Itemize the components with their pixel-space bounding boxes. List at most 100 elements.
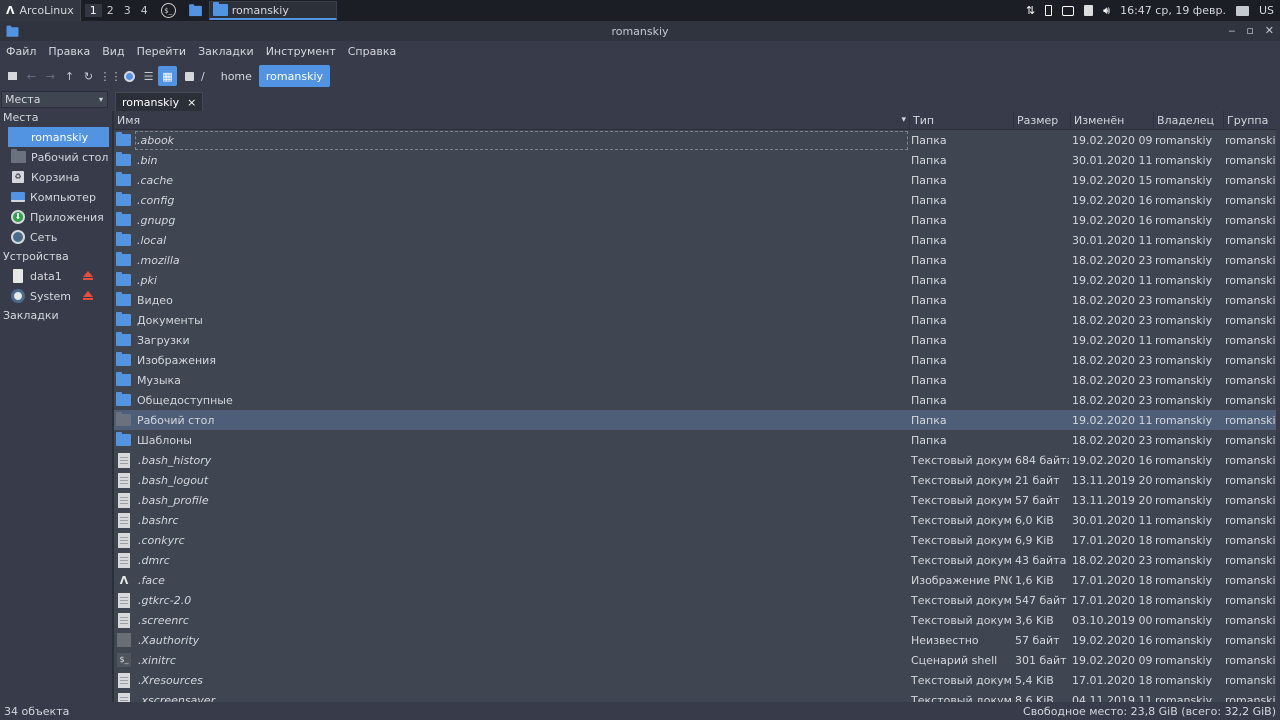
sidebar-item-romanskiy[interactable]: romanskiy (8, 127, 109, 147)
table-row[interactable]: ОбщедоступныеПапка18.02.2020 23:50romans… (114, 390, 1276, 410)
terminal-launcher-icon[interactable]: $_ (160, 3, 176, 18)
sidebar-item-desktop[interactable]: Рабочий стол (0, 147, 109, 167)
workspace-4[interactable]: 4 (136, 4, 153, 17)
menu-file[interactable]: Файл (0, 45, 42, 58)
workspace-2[interactable]: 2 (102, 4, 119, 17)
tab-romanskiy[interactable]: romanskiy × (115, 92, 204, 111)
close-tab-icon[interactable]: × (187, 96, 196, 109)
window-titlebar[interactable]: romanskiy ‒ ▫ ✕ (0, 21, 1280, 41)
sidebar-item-network[interactable]: Сеть (0, 227, 109, 247)
table-row[interactable]: .Xresources Текстовый документ5,4 KiB 17.0… (114, 670, 1276, 690)
menu-bookmarks[interactable]: Закладки (192, 45, 260, 58)
file-name: .bash_profile (138, 493, 209, 507)
table-row[interactable]: .dmrc Текстовый документ43 байта 18.02.202… (114, 550, 1276, 570)
reload-icon[interactable]: ↻ (79, 66, 98, 86)
table-row[interactable]: .gnupgПапка19.02.2020 16:15romanskiyroma… (114, 210, 1276, 230)
table-row[interactable]: .localПапка30.01.2020 11:50romanskiyroma… (114, 230, 1276, 250)
chevron-down-icon: ▾ (98, 95, 103, 104)
table-row[interactable]: .bash_logout Текстовый документ21 байт 13.… (114, 470, 1276, 490)
table-row[interactable]: .mozillaПапка18.02.2020 23:53romanskiyro… (114, 250, 1276, 270)
table-row[interactable]: .bashrc Текстовый документ6,0 KiB 30.01.20… (114, 510, 1276, 530)
cell-type: Папка (911, 333, 947, 347)
column-size[interactable]: Размер (1014, 110, 1071, 130)
breadcrumb-root[interactable]: / (199, 65, 210, 87)
back-arrow-icon[interactable]: ← (22, 66, 41, 86)
usb-icon[interactable] (1045, 5, 1053, 16)
keyboard-icon[interactable] (1235, 5, 1249, 16)
table-row[interactable]: .bash_profile Текстовый документ57 байт 13… (114, 490, 1276, 510)
cell-group: romanskiy (1225, 133, 1276, 147)
network-updown-icon[interactable]: ⇅ (1026, 4, 1035, 17)
maximize-button[interactable]: ▫ (1246, 24, 1253, 37)
close-button[interactable]: ✕ (1265, 24, 1274, 37)
screenshot-icon[interactable] (1062, 5, 1075, 16)
table-row[interactable]: ДокументыПапка18.02.2020 23:50romanskiyr… (114, 310, 1276, 330)
icon-view-icon[interactable]: ⋮⋮ (100, 66, 122, 86)
text-document-icon (118, 452, 130, 468)
column-modified[interactable]: Изменён (1071, 110, 1154, 130)
table-row[interactable]: .cacheПапка19.02.2020 15:57romanskiyroma… (114, 170, 1276, 190)
file-name: .bin (137, 153, 158, 167)
sidebar-item-system[interactable]: System (0, 286, 109, 306)
files-launcher-icon[interactable] (188, 3, 203, 17)
compact-view-icon[interactable] (120, 66, 139, 86)
eject-icon[interactable] (83, 271, 93, 280)
table-row[interactable]: .screenrc Текстовый документ3,6 KiB 03.10.… (114, 610, 1276, 630)
menu-help[interactable]: Справка (342, 45, 402, 58)
eject-icon[interactable] (83, 291, 93, 300)
detailed-view-icon[interactable]: ▦ (158, 66, 177, 86)
workspace-3[interactable]: 3 (119, 4, 136, 17)
root-drive-icon[interactable] (180, 66, 199, 86)
tab-bar: romanskiy × (112, 91, 1280, 111)
new-tab-icon[interactable] (3, 66, 22, 86)
volume-icon[interactable]: 🔊︎ (1103, 4, 1110, 18)
menu-go[interactable]: Перейти (131, 45, 193, 58)
table-row[interactable]: .Xauthority Неизвестно 57 байт 19.02.2020 1… (114, 630, 1276, 650)
sidebar-item-computer[interactable]: Компьютер (0, 187, 109, 207)
table-row[interactable]: .bash_history Текстовый документ684 байта… (114, 450, 1276, 470)
sidebar-mode-select[interactable]: Места ▾ (1, 91, 108, 108)
column-group[interactable]: Группа (1224, 111, 1276, 130)
table-row[interactable]: .binПапка30.01.2020 11:50romanskiyromans… (114, 150, 1276, 170)
table-row[interactable]: .xscreensaver Текстовый документ8,6 KiB 04… (114, 690, 1276, 702)
table-row[interactable]: ИзображенияПапка18.02.2020 23:50romanski… (114, 350, 1276, 370)
table-row[interactable]: ЗагрузкиПапка19.02.2020 11:17romanskiyro… (114, 330, 1276, 350)
updates-icon[interactable] (1084, 5, 1094, 16)
menu-view[interactable]: Вид (96, 45, 130, 58)
workspace-1[interactable]: 1 (84, 4, 102, 17)
up-arrow-icon[interactable]: ↑ (60, 66, 79, 86)
keyboard-layout[interactable]: US (1259, 4, 1274, 17)
forward-arrow-icon[interactable]: → (41, 66, 60, 86)
text-document-icon (118, 492, 130, 508)
table-row[interactable]: Λ .face Изображение PNG 1,6 KiB 17.01.2020 1… (114, 570, 1276, 590)
table-row[interactable]: .abookПапка19.02.2020 09:18romanskiyroma… (114, 130, 1276, 150)
menu-edit[interactable]: Правка (42, 45, 96, 58)
table-row[interactable]: .pkiПапка19.02.2020 11:13romanskiyromans… (114, 270, 1276, 290)
column-type[interactable]: Тип (910, 110, 1014, 130)
table-row[interactable]: .configПапка19.02.2020 16:15romanskiyrom… (114, 190, 1276, 210)
menu-tools[interactable]: Инструмент (260, 45, 342, 58)
cell-group: romanskiy (1225, 633, 1276, 647)
clock[interactable]: 16:47 ср, 19 февр. (1120, 4, 1226, 17)
table-row[interactable]: $_ .xinitrc Сценарий shell 301 байт 19.02.20… (114, 650, 1276, 670)
app-menu-button[interactable]: Λ ArcoLinux (0, 0, 81, 21)
text-document-icon (118, 532, 130, 548)
minimize-button[interactable]: ‒ (1228, 24, 1235, 37)
column-owner[interactable]: Владелец (1154, 110, 1224, 130)
sidebar-item-data1[interactable]: data1 (0, 266, 109, 286)
table-row[interactable]: Рабочий столПапка19.02.2020 11:17romansk… (114, 410, 1276, 430)
table-row[interactable]: МузыкаПапка18.02.2020 23:50romanskiyroma… (114, 370, 1276, 390)
sidebar-item-trash[interactable]: ♻ Корзина (0, 167, 109, 187)
table-row[interactable]: ВидеоПапка18.02.2020 23:50romanskiyroman… (114, 290, 1276, 310)
table-row[interactable]: .gtkrc-2.0 Текстовый документ547 байт 17.0… (114, 590, 1276, 610)
sidebar-item-applications[interactable]: ⬇ Приложения (0, 207, 109, 227)
breadcrumb-romanskiy[interactable]: romanskiy (258, 65, 331, 87)
column-name[interactable]: Имя ▾ (114, 110, 910, 130)
table-row[interactable]: .conkyrc Текстовый документ6,9 KiB 17.01.2… (114, 530, 1276, 550)
table-row[interactable]: ШаблоныПапка18.02.2020 23:50romanskiyrom… (114, 430, 1276, 450)
taskbar-item-romanskiy[interactable]: romanskiy (208, 1, 337, 20)
cell-owner: romanskiy (1155, 253, 1213, 267)
list-view-icon[interactable]: ☰ (139, 66, 158, 86)
breadcrumb-home[interactable]: home (214, 65, 259, 87)
scrollbar[interactable] (1276, 111, 1280, 702)
